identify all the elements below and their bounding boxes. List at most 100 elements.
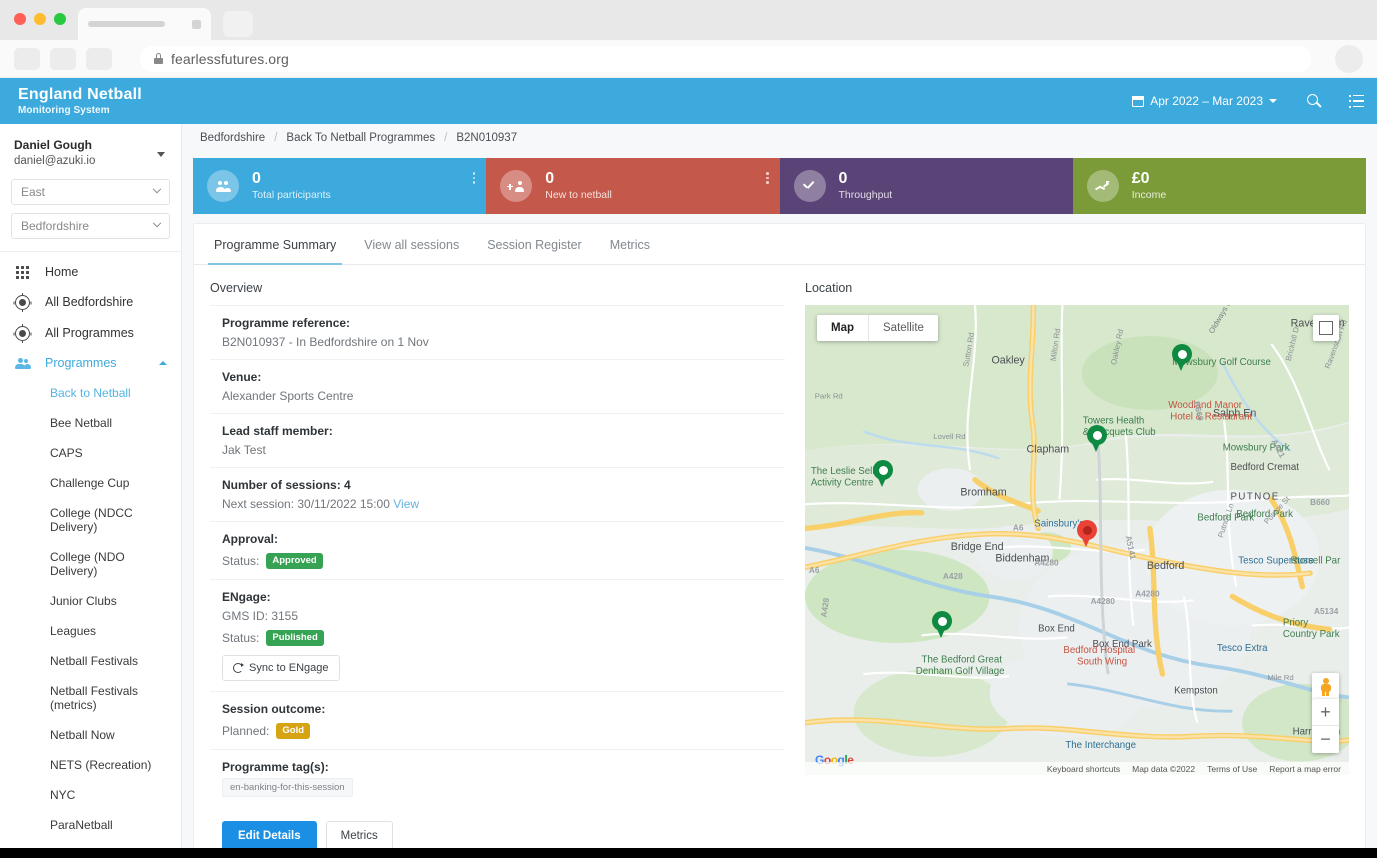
close-window-button[interactable] [14,13,26,25]
map-type-map-button[interactable]: Map [817,315,869,341]
reload-button[interactable] [86,48,112,70]
overview-row-engage: ENgage: GMS ID: 3155 Status: Published S… [210,579,785,691]
sidebar-subitem-bee-netball[interactable]: Bee Netball [0,408,181,438]
user-profile-block[interactable]: Daniel Gough daniel@azuki.io [0,124,181,177]
metrics-button[interactable]: Metrics [326,821,393,851]
breadcrumb-item-county[interactable]: Bedfordshire [200,132,265,144]
region-select-value: East [21,185,45,199]
url-text: fearlessfutures.org [171,51,289,67]
sidebar-subitem-caps[interactable]: CAPS [0,438,181,468]
field-value: Next session: 30/11/2022 15:00 View [222,497,785,511]
check-icon [794,170,826,202]
sync-to-engage-button[interactable]: Sync to ENgage [222,655,340,681]
tab-metrics[interactable]: Metrics [596,224,664,264]
field-label: Session outcome: [222,702,785,716]
brand[interactable]: England Netball Monitoring System [18,86,142,116]
sidebar-subitem-netball-festivals[interactable]: Netball Festivals [0,646,181,676]
field-label: ENgage: [222,590,785,604]
sidebar-subitem-nets-recreation[interactable]: NETS (Recreation) [0,750,181,780]
grid-icon [14,266,31,279]
people-icon [14,358,31,369]
county-select[interactable]: Bedfordshire [11,213,170,239]
sidebar-subitem-college-ndcc[interactable]: College (NDCC Delivery) [0,498,181,542]
sidebar-subitem-leagues[interactable]: Leagues [0,616,181,646]
new-tab-button[interactable] [223,11,253,37]
sidebar-item-programmes[interactable]: Programmes [0,349,181,378]
more-options-icon[interactable] [473,172,476,184]
stat-card-income[interactable]: £0 Income [1073,158,1366,214]
region-select[interactable]: East [11,179,170,205]
sidebar-subitem-college-ndo[interactable]: College (NDO Delivery) [0,542,181,586]
overview-row-session-outcome: Session outcome: Planned: Gold [210,691,785,749]
field-label: Approval: [222,532,785,546]
status-label: Status: [222,631,259,645]
address-bar[interactable]: fearlessfutures.org [140,46,1311,72]
panel-tabs: Programme Summary View all sessions Sess… [194,224,1365,265]
report-map-error-link[interactable]: Report a map error [1269,764,1341,774]
map-type-satellite-button[interactable]: Satellite [869,315,938,341]
breadcrumb-item-programmes[interactable]: Back To Netball Programmes [286,132,435,144]
breadcrumb-separator: / [274,132,277,144]
tab-session-register[interactable]: Session Register [473,224,596,264]
stat-value: 0 [545,171,612,188]
field-value: B2N010937 - In Bedfordshire on 1 Nov [222,335,785,349]
sidebar-item-home[interactable]: Home [0,258,181,287]
tab-title-placeholder [88,21,165,27]
terms-of-use-link[interactable]: Terms of Use [1207,764,1257,774]
breadcrumb: Bedfordshire / Back To Netball Programme… [182,124,1377,152]
view-session-link[interactable]: View [393,497,419,511]
stat-card-new-to-netball[interactable]: 0 New to netball [486,158,779,214]
close-icon[interactable] [192,20,201,29]
chevron-down-icon[interactable] [157,152,165,157]
sidebar-subitem-back-to-netball[interactable]: Back to Netball [0,378,181,408]
menu-list-button[interactable] [1335,78,1377,124]
profile-avatar[interactable] [1335,45,1363,73]
street-view-pegman-icon[interactable] [1312,673,1339,701]
location-map[interactable]: Oakley Clapham Ravensden Salph En Bromha… [805,305,1349,775]
zoom-in-button[interactable]: + [1312,699,1339,726]
tab-programme-summary[interactable]: Programme Summary [200,224,350,264]
app-body: Daniel Gough daniel@azuki.io East Bedfor… [0,124,1377,858]
sidebar-subitem-junior-clubs[interactable]: Junior Clubs [0,586,181,616]
map-zoom-control: + − [1312,699,1339,753]
more-options-icon[interactable] [766,172,769,184]
sidebar-subitem-netball-now[interactable]: Netball Now [0,720,181,750]
minimize-window-button[interactable] [34,13,46,25]
edit-details-button[interactable]: Edit Details [222,821,317,851]
stat-card-throughput[interactable]: 0 Throughput [780,158,1073,214]
status-label: Status: [222,554,259,568]
stat-card-total-participants[interactable]: 0 Total participants [193,158,486,214]
stat-label: Total participants [252,189,331,201]
add-person-icon [500,170,532,202]
sidebar-subitem-challenge-cup[interactable]: Challenge Cup [0,468,181,498]
overview-row-lead-staff: Lead staff member: Jak Test [210,413,785,467]
sidebar-subitem-netball-festivals-metrics[interactable]: Netball Festivals (metrics) [0,676,181,720]
search-button[interactable] [1293,78,1335,124]
date-range-selector[interactable]: Apr 2022 – Mar 2023 [1116,78,1293,124]
chevron-down-icon [1269,99,1277,103]
field-label: Lead staff member: [222,424,785,438]
forward-button[interactable] [50,48,76,70]
tab-view-all-sessions[interactable]: View all sessions [350,224,473,264]
header-actions: Apr 2022 – Mar 2023 [1116,78,1377,124]
fullscreen-icon[interactable] [1313,315,1339,341]
sidebar-subitem-paranetball[interactable]: ParaNetball [0,810,181,840]
browser-window: fearlessfutures.org England Netball Moni… [0,0,1377,858]
chevron-down-icon [153,185,161,193]
sidebar-item-all-programmes[interactable]: All Programmes [0,318,181,349]
sidebar-subitem-nyc[interactable]: NYC [0,780,181,810]
sidebar-item-all-bedfordshire[interactable]: All Bedfordshire [0,287,181,318]
back-button[interactable] [14,48,40,70]
browser-tab[interactable] [78,8,211,40]
user-email: daniel@azuki.io [14,155,167,167]
zoom-out-button[interactable]: − [1312,726,1339,753]
people-icon [207,170,239,202]
maximize-window-button[interactable] [54,13,66,25]
window-bottom-edge [0,848,1377,858]
sync-icon [233,663,243,673]
target-icon [14,326,31,341]
browser-tab-bar [0,0,1377,40]
keyboard-shortcuts-link[interactable]: Keyboard shortcuts [1047,764,1120,774]
map-venue-pin[interactable] [1077,520,1097,547]
field-value: Alexander Sports Centre [222,389,785,403]
